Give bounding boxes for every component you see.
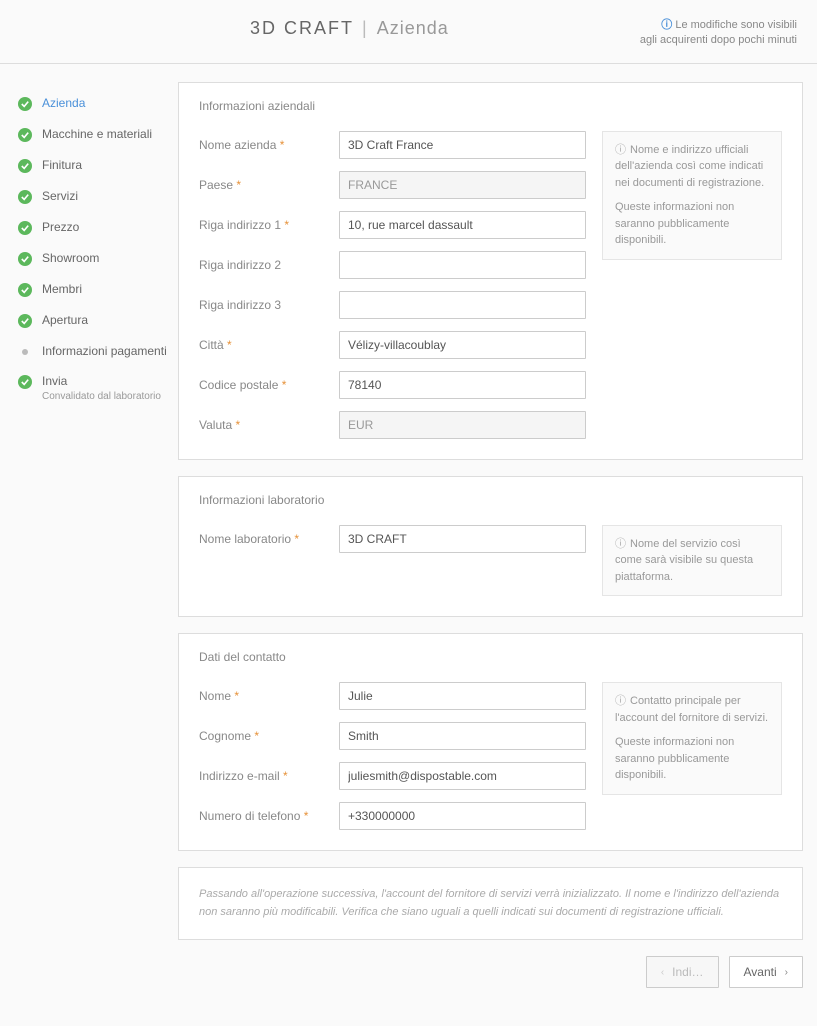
addr2-input[interactable] (339, 251, 586, 279)
label-email: Indirizzo e-mail * (199, 769, 339, 783)
check-icon (18, 159, 32, 173)
lab-name-input[interactable] (339, 525, 586, 553)
addr1-input[interactable] (339, 211, 586, 239)
sidebar-item-3[interactable]: Servizi (14, 181, 178, 212)
info-icon: ⓘ (615, 538, 626, 550)
back-button: ‹ Indi… (646, 956, 719, 988)
addr3-input[interactable] (339, 291, 586, 319)
label-addr3: Riga indirizzo 3 (199, 298, 339, 312)
first-name-input[interactable] (339, 682, 586, 710)
company-help-2: Queste informazioni non saranno pubblica… (615, 199, 769, 249)
company-panel-title: Informazioni aziendali (199, 99, 782, 113)
sidebar-item-label: Finitura (42, 158, 82, 172)
info-icon: ⓘ (615, 695, 626, 707)
sidebar-item-0[interactable]: Azienda (14, 88, 178, 119)
company-panel: Informazioni aziendali Nome azienda * Pa… (178, 82, 803, 460)
phone-input[interactable] (339, 802, 586, 830)
lab-help-1: Nome del servizio così come sarà visibil… (615, 538, 753, 583)
company-help-1: Nome e indirizzo ufficiali dell'azienda … (615, 144, 764, 189)
back-label: Indi… (672, 965, 703, 979)
notice-line-2: agli acquirenti dopo pochi minuti (640, 34, 797, 46)
chevron-right-icon: › (785, 967, 788, 978)
sidebar-item-label: Showroom (42, 251, 99, 265)
sidebar-item-label: Prezzo (42, 220, 79, 234)
check-icon (18, 283, 32, 297)
page-header: 3D CRAFT | Azienda ⓘ Le modifiche sono vis… (0, 0, 817, 64)
chevron-left-icon: ‹ (661, 967, 664, 978)
brand-section: Azienda (377, 18, 449, 38)
lab-panel: Informazioni laboratorio Nome laboratori… (178, 476, 803, 618)
contact-help-2: Queste informazioni non saranno pubblica… (615, 734, 769, 784)
sidebar-item-8[interactable]: Informazioni pagamenti (14, 336, 178, 366)
email-input[interactable] (339, 762, 586, 790)
sidebar-item-label: Apertura (42, 313, 88, 327)
sidebar-item-4[interactable]: Prezzo (14, 212, 178, 243)
header-notice: ⓘ Le modifiche sono visibili agli acquir… (640, 18, 797, 49)
notice-line-1: Le modifiche sono visibili (675, 19, 797, 31)
sidebar-item-6[interactable]: Membri (14, 274, 178, 305)
sidebar-item-sub: Convalidato dal laboratorio (42, 391, 161, 402)
lab-help-box: ⓘNome del servizio così come sarà visibi… (602, 525, 782, 597)
label-lab-name: Nome laboratorio * (199, 532, 339, 546)
footer-actions: ‹ Indi… Avanti › (178, 956, 803, 1008)
brand-separator: | (362, 18, 369, 38)
sidebar-item-label: Azienda (42, 96, 85, 110)
label-addr2: Riga indirizzo 2 (199, 258, 339, 272)
country-input (339, 171, 586, 199)
contact-panel-title: Dati del contatto (199, 650, 782, 664)
label-postal: Codice postale * (199, 378, 339, 392)
label-city: Città * (199, 338, 339, 352)
last-name-input[interactable] (339, 722, 586, 750)
sidebar-item-label: Servizi (42, 189, 78, 203)
label-phone: Numero di telefono * (199, 809, 339, 823)
check-icon (18, 190, 32, 204)
warning-panel: Passando all'operazione successiva, l'ac… (178, 867, 803, 940)
label-country: Paese * (199, 178, 339, 192)
label-currency: Valuta * (199, 418, 339, 432)
info-icon: ⓘ (615, 144, 626, 156)
label-addr1: Riga indirizzo 1 * (199, 218, 339, 232)
bullet-icon (22, 349, 28, 355)
label-last-name: Cognome * (199, 729, 339, 743)
contact-help-1: Contatto principale per l'account del fo… (615, 695, 768, 724)
next-label: Avanti (744, 965, 777, 979)
sidebar-item-9[interactable]: Invia Convalidato dal laboratorio (14, 366, 178, 410)
sidebar-item-5[interactable]: Showroom (14, 243, 178, 274)
contact-help-box: ⓘContatto principale per l'account del f… (602, 682, 782, 795)
info-icon: ⓘ (661, 19, 672, 31)
next-button[interactable]: Avanti › (729, 956, 803, 988)
sidebar-item-2[interactable]: Finitura (14, 150, 178, 181)
sidebar-item-label: Invia (42, 374, 67, 388)
label-first-name: Nome * (199, 689, 339, 703)
brand-name: 3D CRAFT (250, 18, 354, 38)
sidebar-item-7[interactable]: Apertura (14, 305, 178, 336)
company-name-input[interactable] (339, 131, 586, 159)
currency-input (339, 411, 586, 439)
postal-input[interactable] (339, 371, 586, 399)
brand-title: 3D CRAFT | Azienda (250, 18, 449, 39)
city-input[interactable] (339, 331, 586, 359)
warning-text: Passando all'operazione successiva, l'ac… (199, 888, 779, 918)
check-icon (18, 97, 32, 111)
check-icon (18, 252, 32, 266)
check-icon (18, 128, 32, 142)
check-icon (18, 221, 32, 235)
contact-panel: Dati del contatto Nome * Cognome * Indir… (178, 633, 803, 851)
label-company-name: Nome azienda * (199, 138, 339, 152)
lab-panel-title: Informazioni laboratorio (199, 493, 782, 507)
sidebar-item-1[interactable]: Macchine e materiali (14, 119, 178, 150)
sidebar-item-label: Membri (42, 282, 82, 296)
sidebar-nav: Azienda Macchine e materiali Finitura Servi… (14, 82, 178, 1009)
check-icon (18, 375, 32, 389)
sidebar-item-label: Macchine e materiali (42, 127, 152, 141)
company-help-box: ⓘNome e indirizzo ufficiali dell'azienda… (602, 131, 782, 260)
sidebar-item-label: Informazioni pagamenti (42, 344, 167, 358)
check-icon (18, 314, 32, 328)
